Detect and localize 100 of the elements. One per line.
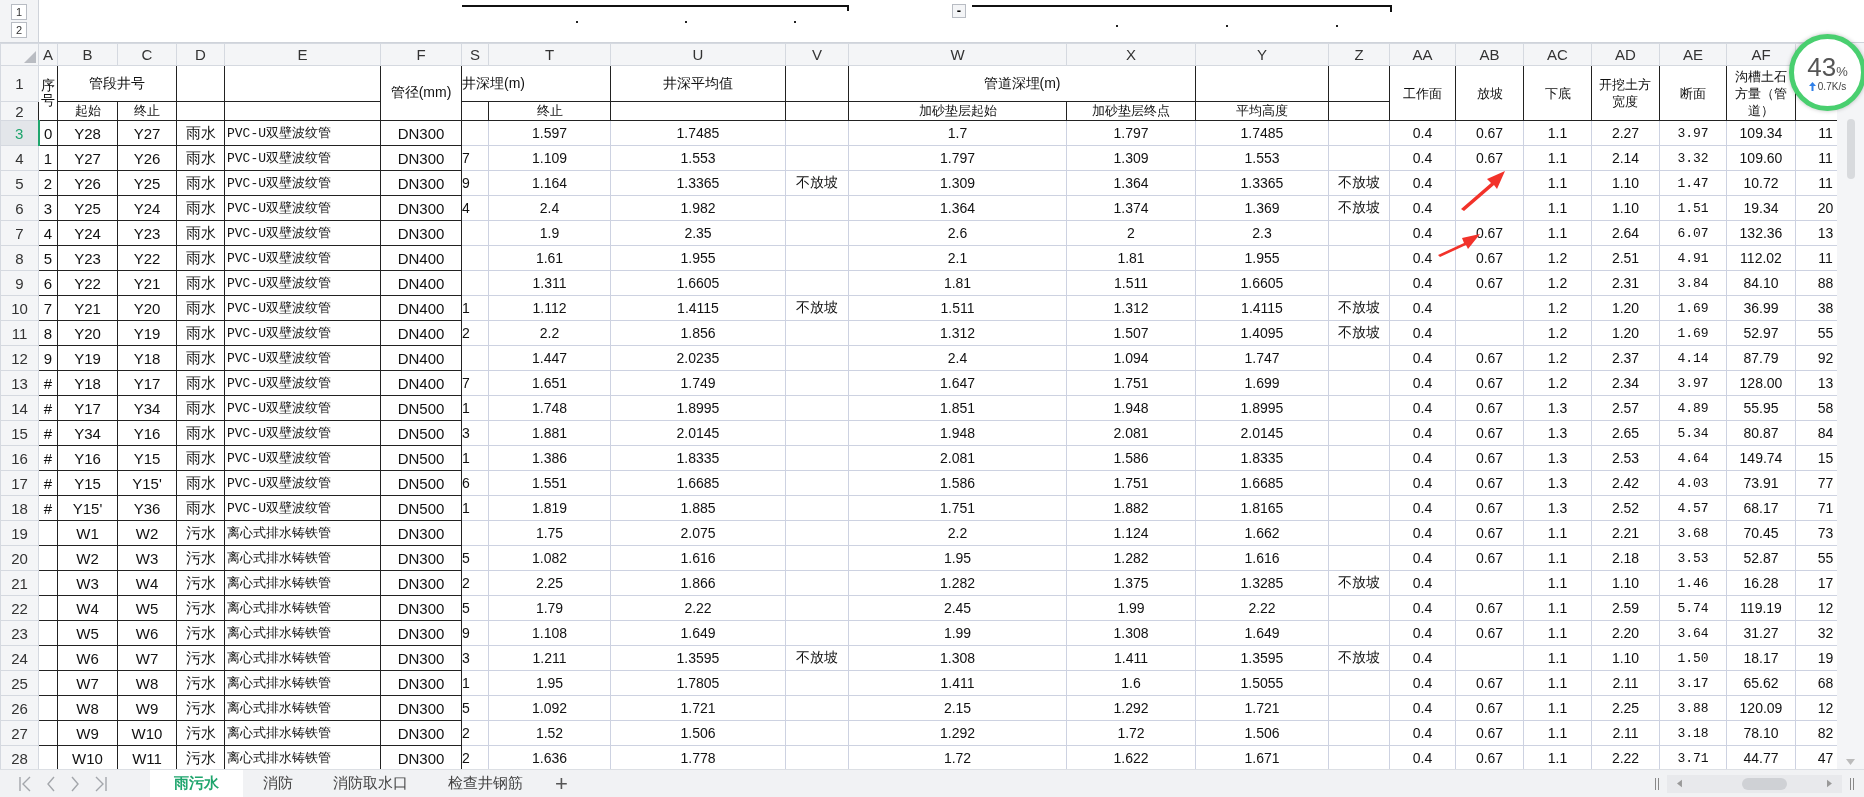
table-cell: 1.364 — [848, 195, 1067, 221]
table-cell: 3.53 — [1659, 545, 1727, 571]
row-header[interactable]: 4 — [0, 145, 39, 171]
scroll-thumb[interactable] — [1846, 119, 1855, 179]
splitter-handle[interactable] — [1850, 777, 1854, 790]
table-cell: 1.616 — [610, 545, 786, 571]
column-letter[interactable]: AB — [1455, 43, 1524, 66]
sheet-tab[interactable]: 消防取水口 — [313, 770, 428, 797]
column-letter[interactable]: X — [1066, 43, 1196, 66]
row-header[interactable]: 16 — [0, 445, 39, 471]
row-header[interactable]: 14 — [0, 395, 39, 421]
row-header[interactable]: 19 — [0, 520, 39, 546]
horizontal-scrollbar[interactable] — [1667, 774, 1842, 793]
row-header[interactable]: 10 — [0, 295, 39, 321]
column-letter[interactable]: AE — [1659, 43, 1727, 66]
sheet-tab[interactable]: 消防 — [243, 770, 313, 797]
next-sheet-icon[interactable] — [70, 775, 80, 792]
table-cell: 5 — [461, 595, 489, 621]
table-cell: 1.312 — [848, 320, 1067, 346]
row-header[interactable]: 24 — [0, 645, 39, 671]
table-cell: 污水 — [176, 570, 225, 596]
column-letter[interactable]: B — [57, 43, 118, 66]
table-cell: 1.4115 — [1195, 295, 1329, 321]
row-header[interactable]: 20 — [0, 545, 39, 571]
scroll-left-icon[interactable] — [1677, 779, 1682, 788]
row-header[interactable]: 12 — [0, 345, 39, 371]
row-header[interactable]: 25 — [0, 670, 39, 696]
scroll-down-icon[interactable] — [1846, 759, 1855, 765]
table-cell: 1.856 — [610, 320, 786, 346]
row-header[interactable]: 27 — [0, 720, 39, 746]
table-cell: 1.309 — [848, 170, 1067, 196]
table-cell: 0.4 — [1389, 345, 1456, 371]
table-cell: 0.4 — [1389, 420, 1456, 446]
column-letter[interactable]: C — [117, 43, 177, 66]
table-cell: 1.082 — [488, 545, 611, 571]
column-letter[interactable]: U — [610, 43, 786, 66]
row-header[interactable]: 8 — [0, 245, 39, 271]
row-header[interactable]: 17 — [0, 470, 39, 496]
last-sheet-icon[interactable] — [94, 775, 108, 792]
collapse-button[interactable]: - — [952, 4, 966, 18]
table-cell: 2.3 — [1195, 220, 1329, 246]
table-cell: 1 — [461, 670, 489, 696]
column-letter[interactable]: W — [848, 43, 1067, 66]
table-cell: Y20 — [117, 295, 177, 321]
scroll-right-icon[interactable] — [1827, 779, 1832, 788]
row-header[interactable]: 23 — [0, 620, 39, 646]
table-cell: 2.075 — [610, 520, 786, 546]
table-cell: 3.17 — [1659, 670, 1727, 696]
row-header[interactable]: 21 — [0, 570, 39, 596]
row-header[interactable]: 5 — [0, 170, 39, 196]
column-letter[interactable]: E — [224, 43, 381, 66]
splitter-handle[interactable] — [1655, 777, 1659, 790]
table-cell: DN500 — [380, 420, 462, 446]
row-header[interactable]: 7 — [0, 220, 39, 246]
table-cell: 1.1 — [1523, 545, 1592, 571]
table-cell: # — [38, 445, 58, 471]
scroll-thumb[interactable] — [1741, 777, 1788, 790]
table-cell: 119.19 — [1726, 595, 1796, 621]
column-letter[interactable]: Y — [1195, 43, 1329, 66]
column-letter[interactable]: V — [785, 43, 849, 66]
row-header[interactable]: 1 — [0, 65, 39, 102]
table-cell: DN300 — [380, 220, 462, 246]
header-cell-text: 管径(mm) — [390, 84, 452, 100]
table-cell: 1.386 — [488, 445, 611, 471]
column-letter[interactable]: T — [488, 43, 611, 66]
select-all-corner[interactable] — [0, 43, 39, 66]
table-cell: 3 — [461, 645, 489, 671]
column-letter[interactable]: S — [461, 43, 489, 66]
outline-level-button[interactable]: 1 — [11, 4, 27, 20]
row-header[interactable]: 22 — [0, 595, 39, 621]
first-sheet-icon[interactable] — [18, 775, 32, 792]
table-cell: 52.97 — [1726, 320, 1796, 346]
row-header[interactable]: 11 — [0, 320, 39, 346]
column-letter[interactable]: Z — [1328, 43, 1390, 66]
table-cell: 4.91 — [1659, 245, 1727, 271]
row-header[interactable]: 9 — [0, 270, 39, 296]
row-header[interactable]: 26 — [0, 695, 39, 721]
column-letter[interactable]: AC — [1523, 43, 1592, 66]
row-header[interactable]: 6 — [0, 195, 39, 221]
table-cell: 2 — [38, 170, 58, 196]
row-header[interactable]: 13 — [0, 370, 39, 396]
table-cell: 0.4 — [1389, 220, 1456, 246]
previous-sheet-icon[interactable] — [46, 775, 56, 792]
add-sheet-button[interactable]: + — [543, 770, 580, 797]
column-letter[interactable]: AF — [1726, 43, 1796, 66]
row-header[interactable]: 15 — [0, 420, 39, 446]
column-letter[interactable]: AD — [1591, 43, 1660, 66]
column-letter[interactable]: D — [176, 43, 225, 66]
table-cell: 1.1 — [1523, 570, 1592, 596]
column-letter[interactable]: F — [380, 43, 462, 66]
sheet-tab[interactable]: 检查井钢筋 — [428, 770, 543, 797]
table-cell: DN400 — [380, 270, 462, 296]
header-cell-text: 工作面 — [1403, 84, 1442, 102]
table-cell: 4 — [461, 195, 489, 221]
table-cell: 1.699 — [1195, 370, 1329, 396]
outline-level-button[interactable]: 2 — [11, 22, 27, 38]
row-header[interactable]: 18 — [0, 495, 39, 521]
table-cell: 68.17 — [1726, 495, 1796, 521]
row-header[interactable]: 28 — [0, 745, 39, 769]
column-letter[interactable]: AA — [1389, 43, 1456, 66]
